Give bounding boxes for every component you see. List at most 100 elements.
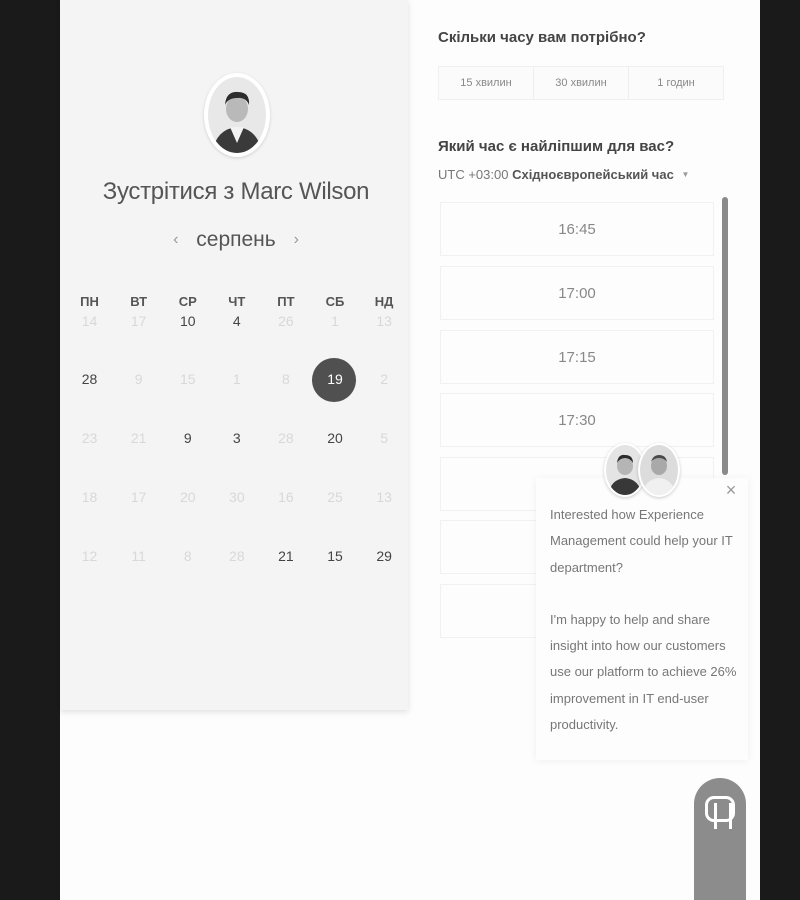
calendar-day: 25: [310, 468, 359, 527]
calendar-day: 17: [114, 468, 163, 527]
calendar-day-number: 15: [179, 371, 196, 387]
calendar-day-number: 5: [380, 430, 388, 446]
calendar-day: 26: [261, 314, 310, 350]
calendar-day[interactable]: 3: [212, 409, 261, 468]
calendar-day-number: 23: [81, 430, 98, 446]
weekday-label: СБ: [325, 294, 345, 309]
calendar-day: 8: [163, 527, 212, 586]
chat-launcher-button[interactable]: [694, 778, 746, 900]
duration-selector: 15 хвилин 30 хвилин 1 годин: [438, 66, 724, 100]
calendar-day-number: 8: [183, 548, 192, 564]
calendar-day[interactable]: 21: [261, 527, 310, 586]
calendar-day[interactable]: 10: [163, 314, 212, 350]
calendar-day-number: 8: [282, 371, 290, 387]
chevron-left-icon[interactable]: ‹: [161, 231, 190, 249]
calendar-day-number: 13: [376, 313, 392, 329]
calendar-day[interactable]: 4: [212, 314, 261, 350]
agent-avatar: [638, 443, 680, 497]
calendar-day-number: 26: [278, 313, 294, 329]
timezone-selector[interactable]: UTC +03:00 Східноєвропейський час ▼: [438, 167, 689, 182]
chat-agent-avatars: [604, 443, 680, 497]
chat-popup: Interested how Experience Management cou…: [536, 478, 748, 760]
time-question: Який час є найліпшим для вас?: [438, 138, 675, 155]
timezone-offset: UTC +03:00: [438, 167, 509, 182]
calendar-day-selected[interactable]: 19: [310, 350, 359, 409]
chat-message: Interested how Experience Management cou…: [550, 502, 740, 738]
calendar-day: 1: [310, 314, 359, 350]
timezone-name: Східноєвропейський час: [512, 167, 674, 182]
weekday-label: ПН: [80, 294, 99, 309]
calendar-day-number: 11: [131, 548, 146, 564]
calendar-day-number: 1: [232, 371, 241, 387]
calendar-day-number: 19: [327, 371, 343, 387]
duration-question: Скільки часу вам потрібно?: [438, 29, 646, 46]
chat-message-text: Interested how Experience Management cou…: [550, 507, 733, 575]
calendar-day-number: 21: [130, 430, 147, 446]
weekday-header: ПН ВТ СР ЧТ ПТ СБ НД: [65, 292, 409, 312]
calendar-day: 14: [65, 314, 114, 350]
calendar-day-number: 9: [183, 430, 192, 446]
calendar-day-number: 17: [130, 313, 147, 329]
calendar-day-number: 15: [327, 548, 343, 564]
time-slot[interactable]: 16:45: [440, 202, 714, 256]
calendar-day-number: 2: [380, 371, 388, 387]
calendar-day[interactable]: 28: [65, 350, 114, 409]
duration-option-60[interactable]: 1 годин: [629, 67, 723, 99]
duration-option-15[interactable]: 15 хвилин: [439, 67, 534, 99]
calendar-day: 30: [212, 468, 261, 527]
host-avatar: [204, 73, 270, 159]
calendar-day-number: 10: [179, 313, 196, 329]
close-icon[interactable]: ×: [723, 481, 739, 499]
calendar-day-number: 20: [179, 489, 196, 505]
weekday-label: СР: [178, 294, 197, 309]
calendar-day: 28: [212, 527, 261, 586]
caret-down-icon: ▼: [681, 170, 690, 179]
calendar-week: 14 17 10 4 26 1 13: [65, 314, 409, 350]
weekday-label: НД: [374, 294, 394, 309]
chat-bubble-icon: [705, 796, 735, 829]
calendar-day-number: 25: [327, 489, 343, 505]
calendar-day-number: 3: [232, 430, 241, 446]
calendar-day-number: 30: [229, 489, 245, 505]
month-label: серпень: [196, 228, 276, 251]
calendar-day[interactable]: 29: [360, 527, 409, 586]
calendar-day-number: 20: [327, 430, 343, 446]
calendar-day: 13: [360, 314, 409, 350]
calendar-day[interactable]: 9: [163, 409, 212, 468]
calendar-day-number: 28: [229, 548, 245, 564]
calendar-day-number: 12: [81, 548, 98, 564]
calendar-day-number: 17: [130, 489, 147, 505]
meeting-title: Зустрітися з Marc Wilson: [102, 178, 370, 205]
slot-list-scrollbar[interactable]: [722, 197, 728, 475]
calendar-day: 1: [212, 350, 261, 409]
weekday-label: ВТ: [130, 294, 148, 309]
weekday-label: ЧТ: [228, 294, 246, 309]
time-slot[interactable]: 17:15: [440, 330, 714, 384]
calendar-day[interactable]: 20: [310, 409, 359, 468]
calendar-day: 5: [360, 409, 409, 468]
time-slot[interactable]: 17:30: [440, 393, 714, 447]
calendar-day: 18: [65, 468, 114, 527]
calendar-day: 2: [360, 350, 409, 409]
calendar-grid: ПН ВТ СР ЧТ ПТ СБ НД 14 17 10 4 26 1 13 28 9 15 1 8…: [65, 292, 409, 586]
chevron-right-icon[interactable]: ›: [282, 231, 311, 249]
calendar-day[interactable]: 15: [310, 527, 359, 586]
calendar-day-number: 13: [376, 489, 392, 505]
calendar-day: 20: [163, 468, 212, 527]
calendar-day: 17: [114, 314, 163, 350]
weekday-label: ПТ: [277, 294, 295, 309]
calendar-week: 18 17 20 30 16 25 13: [65, 468, 409, 527]
calendar-day-number: 16: [278, 489, 294, 505]
month-navigator: ‹ серпень ›: [60, 228, 412, 252]
calendar-day: 11: [114, 527, 163, 586]
calendar-day: 9: [114, 350, 163, 409]
calendar-day-number: 14: [81, 313, 98, 329]
calendar-day: 16: [261, 468, 310, 527]
calendar-day: 21: [114, 409, 163, 468]
time-slot[interactable]: 17:00: [440, 266, 714, 320]
duration-option-30[interactable]: 30 хвилин: [534, 67, 629, 99]
calendar-week: 23 21 9 3 28 20 5: [65, 409, 409, 468]
calendar-day-number: 4: [232, 313, 241, 329]
calendar-day: 8: [261, 350, 310, 409]
calendar-day-number: 21: [278, 548, 294, 564]
